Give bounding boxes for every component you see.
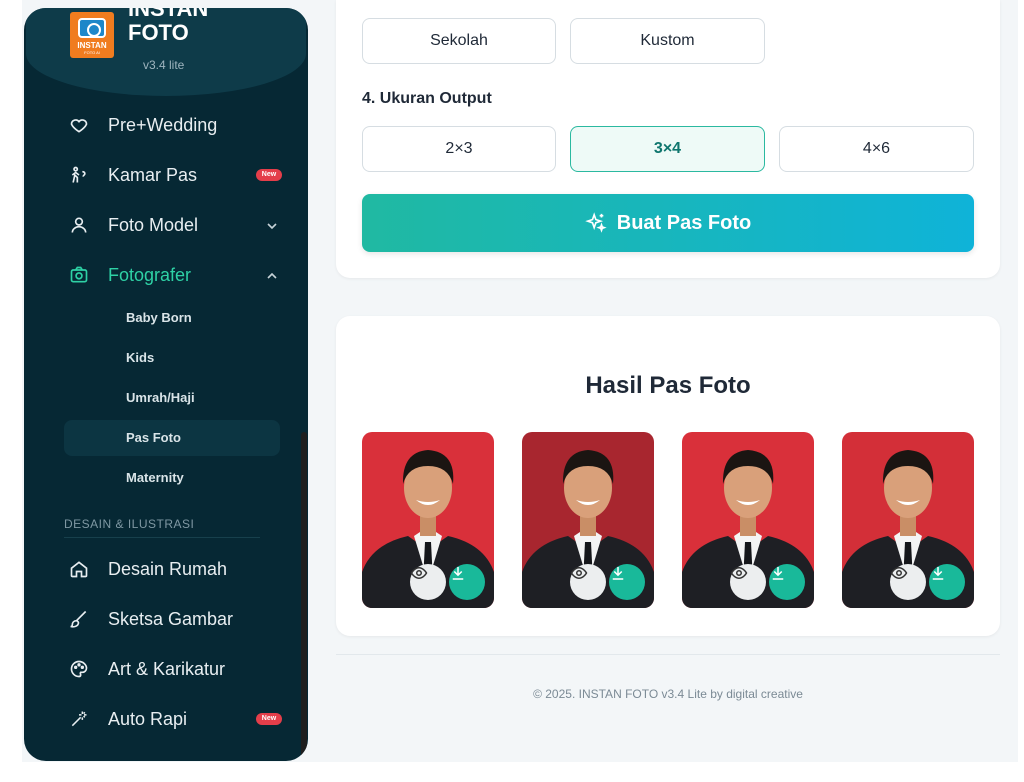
window-edge <box>1018 0 1024 762</box>
sidebar-item-label: Art & Karikatur <box>108 658 226 679</box>
chevron-up-icon[interactable] <box>266 270 278 284</box>
sidebar-subitem-pas-foto[interactable]: Pas Foto <box>126 430 181 445</box>
footer-divider <box>336 654 1000 655</box>
sidebar-subitem-baby-born[interactable]: Baby Born <box>126 310 192 325</box>
view-button[interactable] <box>570 564 606 600</box>
sidebar-subitem-umrah-haji[interactable]: Umrah/Haji <box>126 390 195 405</box>
eye-icon <box>890 566 908 580</box>
brand-title: INSTAN FOTO <box>128 8 238 45</box>
style-option-kustom[interactable]: Kustom <box>570 18 765 64</box>
camera-icon <box>68 264 90 286</box>
brand-header: INSTAN FOTO AI INSTAN FOTO v3.4 lite <box>26 8 306 96</box>
result-photo[interactable] <box>362 432 494 608</box>
result-photo[interactable] <box>842 432 974 608</box>
download-button[interactable] <box>929 564 965 600</box>
section-label: DESAIN & ILUSTRASI <box>64 517 195 531</box>
footer-text: © 2025. INSTAN FOTO v3.4 Lite by digital… <box>533 687 803 701</box>
generate-button[interactable]: Buat Pas Foto <box>362 194 974 252</box>
download-button[interactable] <box>609 564 645 600</box>
sidebar-item-label: Desain Rumah <box>108 558 228 579</box>
size-option-2x3[interactable]: 2×3 <box>362 126 556 172</box>
new-badge: New <box>256 169 282 181</box>
view-button[interactable] <box>890 564 926 600</box>
sidebar-item-fotografer[interactable]: Fotografer <box>68 260 191 290</box>
eye-icon <box>570 566 588 580</box>
brand-title-line2: FOTO <box>128 20 189 45</box>
download-button[interactable] <box>449 564 485 600</box>
section-divider <box>64 537 260 538</box>
sidebar-item-art-karikatur[interactable]: Art & Karikatur <box>68 654 225 684</box>
download-icon <box>452 567 464 580</box>
person-hanger-icon <box>68 164 90 186</box>
brand-version: v3.4 lite <box>143 58 185 72</box>
sidebar-item-label: Foto Model <box>108 214 199 235</box>
palette-icon <box>68 658 90 680</box>
style-option-sekolah[interactable]: Sekolah <box>362 18 556 64</box>
sidebar-item-label: Kamar Pas <box>108 164 198 185</box>
size-option-4x6[interactable]: 4×6 <box>779 126 974 172</box>
sidebar-subitem-maternity[interactable]: Maternity <box>126 470 184 485</box>
sidebar-scrollbar[interactable] <box>301 432 307 760</box>
eye-icon <box>410 566 428 580</box>
view-button[interactable] <box>410 564 446 600</box>
sparkles-icon <box>584 212 607 234</box>
sidebar-item-desain-rumah[interactable]: Desain Rumah <box>68 554 227 584</box>
magic-wand-icon <box>68 708 90 730</box>
chevron-down-icon[interactable] <box>266 220 278 234</box>
heart-icon <box>68 114 90 136</box>
sidebar-item-label: Auto Rapi <box>108 708 188 729</box>
results-title: Hasil Pas Foto <box>585 372 751 399</box>
sidebar-item-foto-model[interactable]: Foto Model <box>68 210 198 240</box>
sidebar-item-sketsa-gambar[interactable]: Sketsa Gambar <box>68 604 233 634</box>
sidebar-item-label: Fotografer <box>108 264 192 285</box>
download-icon <box>932 567 944 580</box>
sidebar-subitem-kids[interactable]: Kids <box>126 350 154 365</box>
sidebar-item-label: Sketsa Gambar <box>108 608 234 629</box>
app-logo[interactable]: INSTAN FOTO AI <box>70 12 114 58</box>
generate-button-label: Buat Pas Foto <box>616 211 752 234</box>
view-button[interactable] <box>730 564 766 600</box>
logo-camera-icon <box>78 18 106 38</box>
download-icon <box>772 567 784 580</box>
logo-text: INSTAN <box>77 41 107 50</box>
new-badge: New <box>256 713 282 725</box>
sidebar-item-kamar-pas[interactable]: Kamar Pas <box>68 160 197 190</box>
sidebar-item-pre-wedding[interactable]: Pre+Wedding <box>68 110 217 140</box>
sidebar-item-label: Pre+Wedding <box>108 114 218 135</box>
sidebar-item-auto-rapi[interactable]: Auto Rapi <box>68 704 187 734</box>
result-photo[interactable] <box>522 432 654 608</box>
download-button[interactable] <box>769 564 805 600</box>
sidebar: INSTAN FOTO AI INSTAN FOTO v3.4 lite Pre… <box>24 8 308 761</box>
house-icon <box>68 558 90 580</box>
result-photo[interactable] <box>682 432 814 608</box>
size-option-3x4[interactable]: 3×4 <box>570 126 765 172</box>
user-icon <box>68 214 90 236</box>
download-icon <box>612 567 624 580</box>
brush-icon <box>68 608 90 630</box>
eye-icon <box>730 566 748 580</box>
logo-subtext: FOTO AI <box>84 50 100 55</box>
size-section-heading: 4. Ukuran Output <box>362 90 492 107</box>
